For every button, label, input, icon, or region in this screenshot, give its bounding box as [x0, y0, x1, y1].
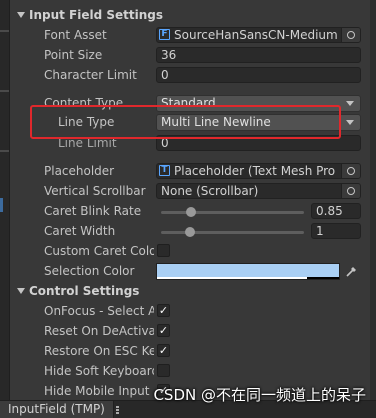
custom-caret-color-row: Custom Caret Color: [0, 242, 370, 262]
character-limit-label: Character Limit: [44, 68, 137, 82]
line-type-value: Multi Line Newline: [161, 115, 271, 129]
selection-color-label: Selection Color: [44, 264, 135, 278]
font-asset-row: Font Asset F SourceHanSansCN-Medium S: [0, 26, 370, 46]
reset-on-deactivation-label: Reset On DeActivation: [44, 324, 154, 338]
tab-menu-icon[interactable]: [116, 406, 119, 414]
reset-on-deactivation-row: Reset On DeActivation ✓: [0, 322, 370, 342]
character-limit-row: Character Limit 0: [0, 66, 370, 86]
foldout-expanded-icon[interactable]: [17, 288, 25, 294]
caret-width-row: Caret Width 1: [0, 222, 370, 242]
line-limit-label: Line Limit: [58, 136, 117, 150]
point-size-label: Point Size: [44, 48, 103, 62]
foldout-expanded-icon[interactable]: [17, 12, 25, 18]
hide-soft-keyboard-label: Hide Soft Keyboard: [44, 364, 154, 378]
object-picker-icon[interactable]: [341, 28, 360, 42]
section-title: Control Settings: [29, 284, 140, 298]
line-limit-input[interactable]: 0: [156, 135, 361, 151]
caret-blink-rate-label: Caret Blink Rate: [44, 204, 142, 218]
line-type-label: Line Type: [58, 115, 115, 129]
vertical-scrollbar-row: Vertical Scrollbar None (Scrollbar): [0, 182, 370, 202]
vertical-scrollbar-value: None (Scrollbar): [161, 184, 259, 198]
text-component-icon: T: [159, 165, 170, 176]
inspector-scrollbar[interactable]: [370, 0, 376, 400]
panel-divider: [0, 90, 9, 92]
eyedropper-icon[interactable]: [345, 264, 359, 278]
custom-caret-color-checkbox[interactable]: [157, 244, 170, 257]
restore-on-esc-key-row: Restore On ESC Key ✓: [0, 342, 370, 362]
content-type-dropdown[interactable]: Standard: [156, 95, 361, 112]
caret-blink-rate-input[interactable]: 0.85: [311, 203, 361, 219]
placeholder-field[interactable]: T Placeholder (Text Mesh Pro UG: [156, 163, 361, 179]
font-asset-field[interactable]: F SourceHanSansCN-Medium S: [156, 27, 361, 43]
object-picker-icon[interactable]: [341, 184, 360, 198]
placeholder-value: Placeholder (Text Mesh Pro UG: [174, 164, 340, 178]
vertical-scrollbar-field[interactable]: None (Scrollbar): [156, 183, 361, 199]
placeholder-row: Placeholder T Placeholder (Text Mesh Pro…: [0, 162, 370, 182]
reset-on-deactivation-checkbox[interactable]: ✓: [157, 324, 170, 337]
custom-caret-color-label: Custom Caret Color: [44, 244, 154, 258]
onfocus-select-all-checkbox[interactable]: ✓: [157, 304, 170, 317]
slider-handle[interactable]: [184, 227, 195, 237]
restore-on-esc-key-checkbox[interactable]: ✓: [157, 344, 170, 357]
dropdown-arrow-icon: [346, 101, 354, 106]
point-size-row: Point Size 36: [0, 46, 370, 66]
line-type-dropdown[interactable]: Multi Line Newline: [156, 114, 361, 131]
hide-mobile-input-label: Hide Mobile Input: [44, 384, 150, 398]
selection-color-row: Selection Color: [0, 262, 370, 282]
font-asset-label: Font Asset: [44, 28, 107, 42]
caret-width-label: Caret Width: [44, 224, 116, 238]
content-type-value: Standard: [161, 96, 216, 110]
line-limit-row: Line Limit 0: [0, 134, 370, 154]
font-asset-value: SourceHanSansCN-Medium S: [174, 28, 340, 42]
watermark-text: CSDN @不在同一频道上的呆子: [153, 386, 366, 404]
dropdown-arrow-icon: [346, 120, 354, 125]
alpha-bar: [307, 277, 339, 279]
caret-blink-rate-slider[interactable]: [161, 211, 304, 214]
section-title: Input Field Settings: [29, 8, 164, 22]
line-type-row: Line Type Multi Line Newline: [0, 113, 370, 133]
hide-soft-keyboard-row: Hide Soft Keyboard: [0, 362, 370, 382]
character-limit-input[interactable]: 0: [156, 67, 361, 83]
caret-blink-rate-row: Caret Blink Rate 0.85: [0, 202, 370, 222]
onfocus-select-all-label: OnFocus - Select All: [44, 304, 154, 318]
selection-color-swatch[interactable]: [156, 263, 340, 280]
point-size-input[interactable]: 36: [156, 47, 361, 63]
control-settings-header[interactable]: Control Settings: [0, 282, 370, 302]
hide-soft-keyboard-checkbox[interactable]: [157, 364, 170, 377]
onfocus-select-all-row: OnFocus - Select All ✓: [0, 302, 370, 322]
inputfield-tmp-tab[interactable]: InputField (TMP): [0, 401, 114, 418]
content-type-label: Content Type: [44, 96, 124, 110]
caret-width-slider[interactable]: [161, 231, 304, 234]
restore-on-esc-key-label: Restore On ESC Key: [44, 344, 154, 358]
font-asset-icon: F: [159, 29, 170, 40]
content-type-row: Content Type Standard: [0, 94, 370, 114]
input-field-settings-header[interactable]: Input Field Settings: [0, 6, 370, 26]
object-picker-icon[interactable]: [341, 164, 360, 178]
caret-width-input[interactable]: 1: [311, 223, 361, 239]
placeholder-label: Placeholder: [44, 164, 115, 178]
vertical-scrollbar-label: Vertical Scrollbar: [44, 184, 146, 198]
slider-handle[interactable]: [186, 207, 197, 217]
